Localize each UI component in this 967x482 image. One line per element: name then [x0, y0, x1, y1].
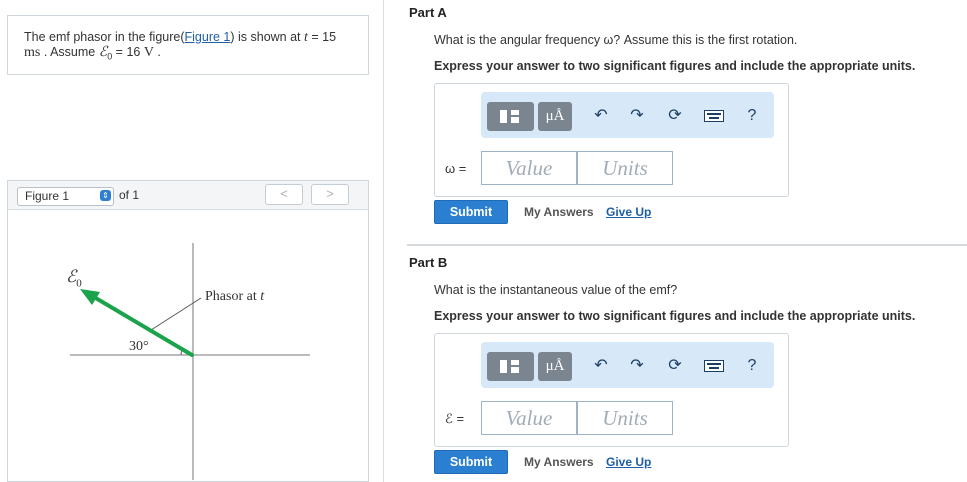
prev-figure-button[interactable]: < — [265, 184, 303, 205]
part-a-question: What is the angular frequency ω? Assume … — [434, 33, 798, 47]
phasor-label: Phasor at t — [205, 289, 264, 305]
omega-label: ω = — [445, 161, 467, 176]
assume-text: . Assume — [40, 45, 99, 59]
redo-icon[interactable]: ↷ — [626, 105, 648, 127]
part-b-units-input[interactable]: Units — [577, 401, 673, 435]
chevron-left-icon: < — [280, 186, 288, 201]
keyboard-glyph — [704, 360, 724, 372]
next-figure-button[interactable]: > — [311, 184, 349, 205]
emf-figure-label: ℰ0 — [66, 267, 82, 289]
part-a-units-input[interactable]: Units — [577, 151, 673, 185]
phasor-label-t: t — [260, 289, 265, 304]
problem-text-before: The emf phasor in the figure( — [24, 30, 185, 44]
part-a-value-input[interactable]: Value — [481, 151, 577, 185]
templates-icon — [500, 360, 519, 373]
part-b-instruction: Express your answer to two significant f… — [434, 309, 916, 323]
help-icon[interactable]: ? — [741, 105, 763, 127]
emf-symbol: ℰ — [98, 45, 108, 60]
figure-count: of 1 — [119, 188, 140, 202]
part-a-give-up-link[interactable]: Give Up — [606, 205, 651, 219]
part-b-answer-box: μÅ ↶ ↷ ⟳ ? ℰ = Value Units — [434, 333, 789, 447]
units-icon: μÅ — [545, 358, 565, 374]
redo-icon[interactable]: ↷ — [626, 355, 648, 377]
part-b-submit-button[interactable]: Submit — [434, 450, 508, 474]
ms-unit: ms — [24, 45, 41, 60]
time-value: = 15 — [307, 30, 337, 44]
templates-icon — [500, 110, 519, 123]
keyboard-icon[interactable] — [703, 355, 725, 377]
part-b-question: What is the instantaneous value of the e… — [434, 283, 678, 297]
units-button[interactable]: μÅ — [538, 102, 572, 131]
part-a-my-answers-link[interactable]: My Answers — [524, 205, 594, 219]
part-a-submit-button[interactable]: Submit — [434, 200, 508, 224]
reset-icon[interactable]: ⟳ — [664, 105, 686, 127]
keyboard-icon[interactable] — [703, 105, 725, 127]
emf-figure-subscript: 0 — [76, 277, 82, 290]
part-b-my-answers-link[interactable]: My Answers — [524, 455, 594, 469]
templates-button[interactable] — [487, 102, 534, 131]
angle-label: 30° — [129, 339, 149, 354]
templates-button[interactable] — [487, 352, 534, 381]
part-b-value-input[interactable]: Value — [481, 401, 577, 435]
keyboard-glyph — [704, 110, 724, 122]
problem-text-after: ) is shown at — [230, 30, 304, 44]
chevron-updown-icon: ⇕ — [100, 190, 111, 201]
units-icon: μÅ — [545, 108, 565, 124]
period: . — [153, 45, 161, 59]
undo-icon[interactable]: ↶ — [590, 355, 612, 377]
chevron-right-icon: > — [326, 186, 334, 201]
part-b-title: Part B — [409, 255, 448, 270]
units-button[interactable]: μÅ — [538, 352, 572, 381]
emf-figure-symbol: ℰ — [66, 267, 77, 286]
volt-unit: V — [143, 45, 154, 60]
problem-text: The emf phasor in the figure(Figure 1) i… — [24, 30, 359, 65]
figure-panel: Figure 1 ⇕ of 1 < > ℰ0 Phasor at t 30° — [7, 180, 369, 482]
help-label: ? — [747, 107, 757, 124]
figure-link[interactable]: Figure 1 — [185, 30, 231, 44]
reset-icon[interactable]: ⟳ — [664, 355, 686, 377]
undo-icon[interactable]: ↶ — [590, 105, 612, 127]
problem-statement-box: The emf phasor in the figure(Figure 1) i… — [7, 15, 369, 75]
part-b-give-up-link[interactable]: Give Up — [606, 455, 651, 469]
phasor-diagram — [70, 243, 310, 480]
emf-var-label: ℰ = — [445, 411, 465, 426]
figure-toolbar: Figure 1 ⇕ of 1 < > — [8, 181, 368, 210]
part-divider — [407, 244, 967, 246]
figure-selector-label: Figure 1 — [25, 189, 70, 203]
part-a-title: Part A — [409, 5, 447, 20]
part-a-instruction: Express your answer to two significant f… — [434, 59, 916, 73]
help-icon[interactable]: ? — [741, 355, 763, 377]
figure-selector[interactable]: Figure 1 ⇕ — [17, 187, 114, 206]
phasor-label-text: Phasor at — [205, 289, 261, 304]
left-panel: The emf phasor in the figure(Figure 1) i… — [0, 0, 384, 482]
help-label: ? — [747, 357, 757, 374]
part-a-answer-box: μÅ ↶ ↷ ⟳ ? ω = Value Units — [434, 83, 789, 197]
part-a-math-toolbar: μÅ ↶ ↷ ⟳ ? — [481, 92, 774, 138]
part-b-math-toolbar: μÅ ↶ ↷ ⟳ ? — [481, 342, 774, 388]
emf-value: = 16 — [112, 45, 144, 59]
